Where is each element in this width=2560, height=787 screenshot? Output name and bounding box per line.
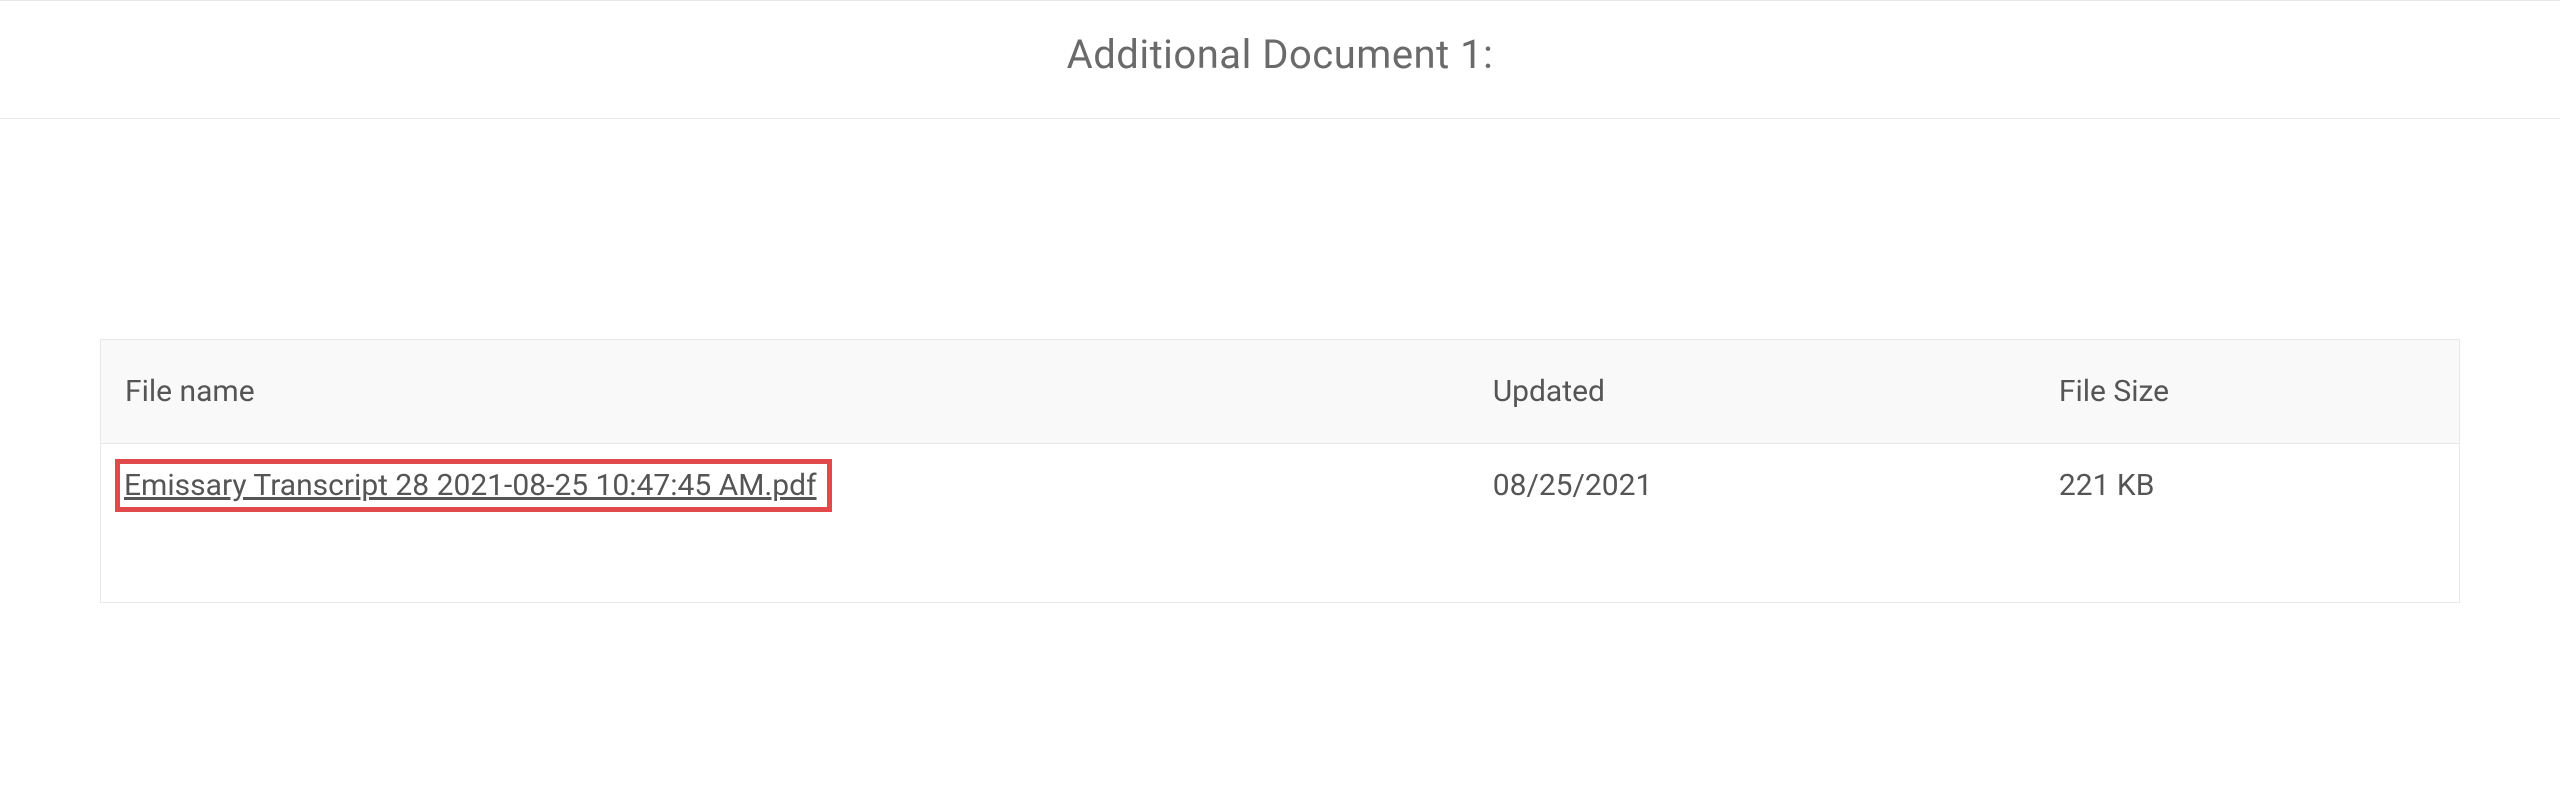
cell-filesize: 221 KB: [2035, 444, 2460, 603]
column-header-filename: File name: [101, 340, 1469, 444]
section-header: Additional Document 1:: [0, 0, 2560, 119]
table-header-row: File name Updated File Size: [101, 340, 2460, 444]
cell-filename: Emissary Transcript 28 2021-08-25 10:47:…: [101, 444, 1469, 603]
cell-updated: 08/25/2021: [1469, 444, 2035, 603]
column-header-updated: Updated: [1469, 340, 2035, 444]
column-header-filesize: File Size: [2035, 340, 2460, 444]
highlight-annotation: Emissary Transcript 28 2021-08-25 10:47:…: [115, 459, 832, 512]
table-row: Emissary Transcript 28 2021-08-25 10:47:…: [101, 444, 2460, 603]
section-title: Additional Document 1:: [0, 31, 2560, 78]
content-area: File name Updated File Size Emissary Tra…: [0, 119, 2560, 603]
file-table: File name Updated File Size Emissary Tra…: [100, 339, 2460, 603]
file-link[interactable]: Emissary Transcript 28 2021-08-25 10:47:…: [124, 468, 817, 503]
